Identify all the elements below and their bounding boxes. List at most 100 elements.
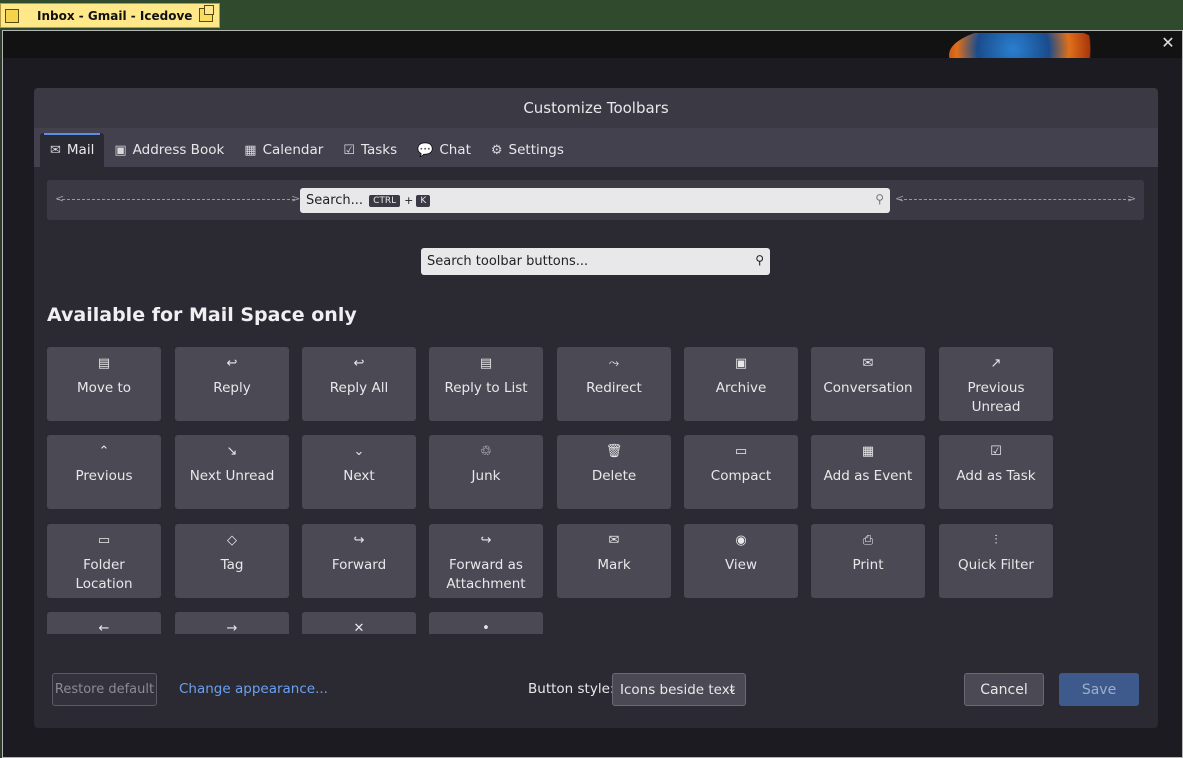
toolbar-button-label: Add as Task	[956, 468, 1036, 484]
toolbar-button-label: Move to	[76, 380, 132, 396]
delete-icon: 🗑	[605, 444, 623, 459]
toolbar-button-delete[interactable]: 🗑 Delete	[557, 435, 671, 509]
reply-all-icon: ↩	[353, 356, 365, 371]
toolbar-button-label: Add as Event	[823, 468, 913, 484]
tab-label: Tasks	[360, 142, 398, 158]
close-window-icon[interactable]: ✕	[1160, 35, 1176, 51]
shortcut-k-key: K	[416, 194, 431, 207]
calendar-icon: ▦	[244, 142, 257, 158]
toolbar-button-junk[interactable]: ♲ Junk	[429, 435, 543, 509]
toolbar-button-move-to[interactable]: ▤ Move to	[47, 347, 161, 421]
tab-mail[interactable]: ✉ Mail	[40, 133, 105, 167]
search-bar-preview[interactable]: Search... CTRL + K ⚲	[300, 188, 890, 213]
flexible-space-right[interactable]	[899, 199, 1131, 201]
toolbar-button-stop[interactable]: ✕	[302, 612, 416, 634]
tab-chat[interactable]: 💬 Chat	[407, 133, 481, 167]
tab-address-book[interactable]: ▣ Address Book	[104, 133, 234, 167]
toolbar-button-label: Forward as Attachment	[446, 557, 526, 592]
toolbar-button-previous[interactable]: ⌃ Previous	[47, 435, 161, 509]
toolbar-button-compact[interactable]: ▭ Compact	[684, 435, 798, 509]
tab-settings[interactable]: ⚙ Settings	[481, 133, 574, 167]
toolbar-button-next-unread[interactable]: ↘ Next Unread	[175, 435, 289, 509]
toolbar-button-view[interactable]: ◉ View	[684, 524, 798, 598]
toolbar-button-label: Delete	[591, 468, 637, 484]
toolbar-button-label: Reply	[213, 380, 251, 396]
toolbar-button-back[interactable]: ←	[47, 612, 161, 634]
toolbar-button-conversation[interactable]: ✉ Conversation	[811, 347, 925, 421]
toolbar-button-label: Redirect	[586, 380, 642, 396]
toolbar-button-label: Reply to List	[444, 380, 528, 396]
toolbar-button-forward-nav[interactable]: →	[175, 612, 289, 634]
window-top-bar: ✕	[3, 31, 1182, 58]
conversation-icon: ✉	[862, 356, 874, 371]
toolbar-button-label: Print	[852, 557, 884, 573]
tab-label: Calendar	[262, 142, 324, 158]
toolbar-button-archive[interactable]: ▣ Archive	[684, 347, 798, 421]
toolbar-button-quick-filter[interactable]: ⫶ Quick Filter	[939, 524, 1053, 598]
toolbar-button-label: Folder Location	[75, 557, 133, 592]
toolbar-button-label: View	[724, 557, 758, 573]
chevron-down-icon: ⌄	[726, 681, 737, 695]
toolbar-button-reply-all[interactable]: ↩ Reply All	[302, 347, 416, 421]
space-tabs: ✉ Mail ▣ Address Book ▦ Calendar ☑ Tasks 💬 Chat ⚙ S…	[34, 128, 1158, 167]
flexible-space-left[interactable]	[57, 199, 295, 201]
taskbar: Inbox - Gmail - Icedove	[0, 0, 1183, 30]
button-style-value: Icons beside text	[620, 681, 736, 698]
chat-icon: 💬	[417, 142, 434, 158]
tasks-icon: ☑	[343, 142, 355, 158]
toolbar-button-reply[interactable]: ↩ Reply	[175, 347, 289, 421]
toolbar-button-label: Compact	[710, 468, 772, 484]
toolbar-button-previous-unread[interactable]: ↗ Previous Unread	[939, 347, 1053, 421]
toolbar-button-label: Forward	[331, 557, 387, 573]
toolbar-button-print[interactable]: ⎙ Print	[811, 524, 925, 598]
restore-default-button[interactable]: Restore default	[52, 673, 157, 706]
taskbar-window-title: Inbox - Gmail - Icedove	[37, 8, 193, 23]
toolbar-button-label: Previous	[75, 468, 133, 484]
next-icon: ⌄	[353, 444, 365, 459]
move-to-icon: ▤	[97, 356, 111, 371]
next-unread-icon: ↘	[226, 444, 238, 459]
taskbar-window-button[interactable]: Inbox - Gmail - Icedove	[0, 3, 220, 28]
toolbar-button-tag[interactable]: ◇ Tag	[175, 524, 289, 598]
toolbar-button-label: Tag	[220, 557, 244, 573]
toolbar-button-next[interactable]: ⌄ Next	[302, 435, 416, 509]
mail-icon: ✉	[50, 142, 61, 158]
dialog-footer: Restore default Change appearance... But…	[34, 663, 1158, 713]
add-task-icon: ☑	[990, 444, 1002, 459]
toolbar-button-redirect[interactable]: ⤳ Redirect	[557, 347, 671, 421]
compact-icon: ▭	[734, 444, 748, 459]
toolbar-button-reply-to-list[interactable]: ▤ Reply to List	[429, 347, 543, 421]
address-book-icon: ▣	[114, 142, 127, 158]
toolbar-button-separator[interactable]: •	[429, 612, 543, 634]
tab-calendar[interactable]: ▦ Calendar	[234, 133, 333, 167]
toolbar-button-forward[interactable]: ↪ Forward	[302, 524, 416, 598]
tab-label: Mail	[66, 142, 95, 158]
toolbar-button-add-as-event[interactable]: ▦ Add as Event	[811, 435, 925, 509]
button-style-select[interactable]: Icons beside text ⌄	[612, 673, 746, 706]
shortcut-plus: +	[404, 194, 414, 207]
search-toolbar-buttons-input[interactable]: Search toolbar buttons... ⚲	[421, 248, 770, 275]
available-buttons-grid: ▤ Move to ↩ Reply ↩ Reply All ▤ Reply to List ⤳ R…	[47, 347, 1057, 634]
previous-unread-icon: ↗	[990, 356, 1002, 371]
reply-list-icon: ▤	[479, 356, 493, 371]
dialog-title: Customize Toolbars	[34, 88, 1158, 128]
toolbar-button-label: Quick Filter	[958, 557, 1034, 573]
forward-nav-icon: →	[226, 621, 238, 634]
change-appearance-link[interactable]: Change appearance...	[179, 681, 328, 697]
previous-icon: ⌃	[98, 444, 110, 459]
toolbar-button-folder-location[interactable]: ▭ Folder Location	[47, 524, 161, 598]
tab-tasks[interactable]: ☑ Tasks	[333, 133, 407, 167]
save-button[interactable]: Save	[1059, 673, 1139, 706]
settings-icon: ⚙	[490, 142, 503, 158]
toolbar-button-mark[interactable]: ✉ Mark	[557, 524, 671, 598]
folder-location-icon: ▭	[97, 533, 111, 548]
shortcut-ctrl-key: CTRL	[369, 194, 401, 207]
restore-window-icon[interactable]	[199, 5, 214, 22]
toolbar-button-label: Junk	[471, 468, 501, 484]
cancel-button[interactable]: Cancel	[964, 673, 1044, 706]
tab-label: Settings	[508, 142, 564, 158]
toolbar-preview: < > Search... CTRL + K ⚲ < >	[47, 180, 1144, 220]
toolbar-button-forward-as-attachment[interactable]: ↪ Forward as Attachment	[429, 524, 543, 598]
window-icon	[5, 8, 19, 23]
toolbar-button-add-as-task[interactable]: ☑ Add as Task	[939, 435, 1053, 509]
